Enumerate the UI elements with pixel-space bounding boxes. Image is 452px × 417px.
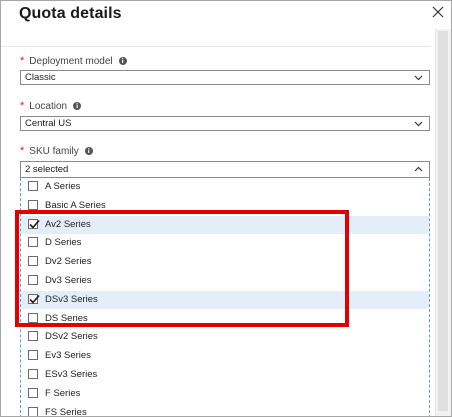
sku-option-row[interactable]: Basic A Series <box>21 197 429 215</box>
sku-family-options-list: A Series Basic A Series Av2 Series D Series… <box>20 178 430 417</box>
info-icon[interactable]: i <box>73 102 82 110</box>
sku-family-label: * SKU family i <box>20 145 93 157</box>
panel-title: Quota details <box>19 5 122 22</box>
deployment-model-dropdown[interactable]: Classic <box>20 70 430 85</box>
sku-option-row[interactable]: A Series <box>21 178 429 196</box>
checkbox[interactable] <box>28 350 38 361</box>
location-label: * Location i <box>20 100 82 112</box>
sku-option-label: DSv3 Series <box>45 293 98 305</box>
sku-option-label: Ev3 Series <box>45 350 91 362</box>
sku-option-label: F Series <box>45 387 81 399</box>
required-marker: * <box>20 145 25 157</box>
sku-option-label: Av2 Series <box>45 218 91 230</box>
checkbox[interactable] <box>28 387 38 398</box>
checkbox[interactable] <box>28 406 38 416</box>
sku-option-label: ESv3 Series <box>45 369 98 380</box>
info-icon[interactable]: i <box>118 57 127 65</box>
deployment-model-label-text: Deployment model <box>29 55 113 67</box>
sku-option-row[interactable]: Dv2 Series <box>21 253 429 271</box>
checkbox[interactable] <box>28 369 38 379</box>
info-icon[interactable]: i <box>84 147 93 155</box>
sku-option-label: A Series <box>45 181 81 192</box>
sku-family-value: 2 selected <box>25 164 69 175</box>
chevron-down-icon <box>414 121 423 127</box>
sku-option-row[interactable]: FS Series <box>21 404 429 417</box>
checkbox[interactable] <box>28 275 38 285</box>
close-icon[interactable] <box>429 3 447 21</box>
sku-option-row[interactable]: DSv2 Series <box>21 328 429 346</box>
checkmark-icon <box>29 219 40 229</box>
sku-family-label-text: SKU family <box>29 145 79 157</box>
location-label-text: Location <box>29 100 68 112</box>
location-value: Central US <box>25 118 72 129</box>
sku-family-dropdown[interactable]: 2 selected <box>20 161 430 178</box>
sku-option-row[interactable]: Ev3 Series <box>21 347 429 365</box>
sku-option-row[interactable]: F Series <box>21 385 429 403</box>
checkbox[interactable] <box>28 331 38 342</box>
required-marker: * <box>20 55 25 67</box>
checkmark-icon <box>29 294 40 304</box>
sku-option-label: Basic A Series <box>45 199 106 211</box>
sku-option-label: DS Series <box>45 312 88 324</box>
sku-option-label: DSv2 Series <box>45 331 98 343</box>
checkbox[interactable] <box>28 218 40 229</box>
scrollbar-thumb[interactable] <box>438 31 448 411</box>
sku-option-label: Dv2 Series <box>45 256 92 268</box>
checkbox[interactable] <box>28 181 38 191</box>
quota-details-panel: Quota details * Deployment model i Class… <box>0 0 452 417</box>
checkbox[interactable] <box>28 199 38 210</box>
panel-header: Quota details <box>1 1 451 29</box>
sku-option-row[interactable]: ESv3 Series <box>21 366 429 384</box>
checkbox[interactable] <box>28 237 38 248</box>
checkbox[interactable] <box>28 293 40 304</box>
chevron-down-icon <box>414 75 423 81</box>
checkbox[interactable] <box>28 312 38 323</box>
sku-option-row[interactable]: Dv3 Series <box>21 272 429 290</box>
sku-option-row[interactable]: D Series <box>21 234 429 252</box>
location-dropdown[interactable]: Central US <box>20 116 430 131</box>
sku-option-label: D Series <box>45 237 82 249</box>
required-marker: * <box>20 100 25 112</box>
sku-option-label: Dv3 Series <box>45 275 92 286</box>
sku-option-label: FS Series <box>45 406 87 417</box>
checkbox[interactable] <box>28 256 38 267</box>
chevron-up-icon <box>414 166 423 172</box>
header-divider <box>1 28 431 47</box>
deployment-model-label: * Deployment model i <box>20 55 127 67</box>
sku-option-row[interactable]: DS Series <box>21 310 429 328</box>
deployment-model-value: Classic <box>25 72 56 83</box>
sku-option-row[interactable]: Av2 Series <box>21 215 429 234</box>
sku-option-row[interactable]: DSv3 Series <box>21 290 429 309</box>
